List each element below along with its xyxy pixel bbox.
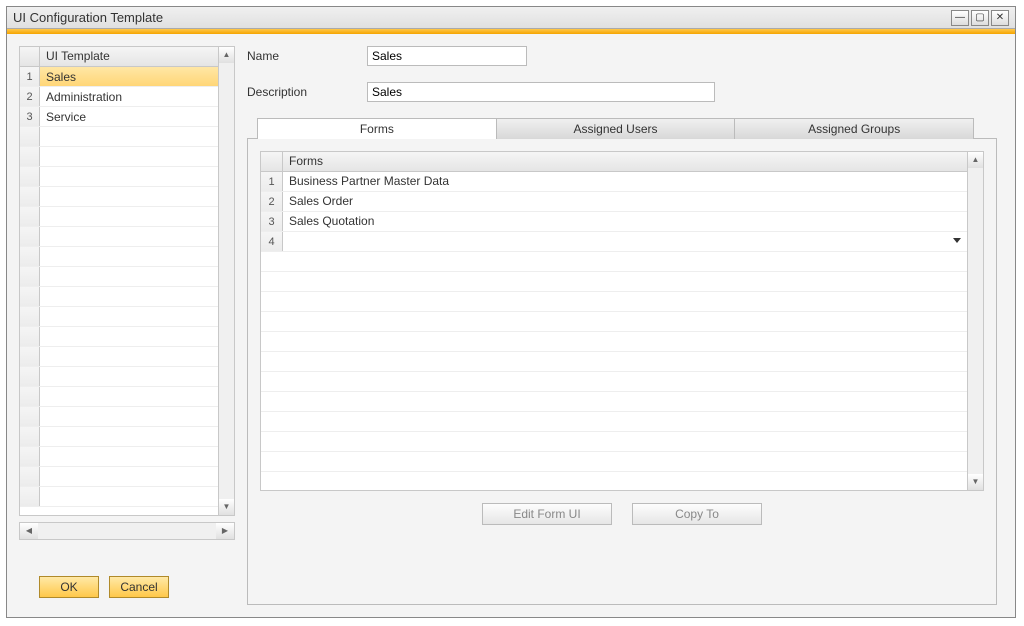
description-row: Description bbox=[247, 82, 997, 102]
table-row bbox=[261, 272, 967, 292]
list-item bbox=[20, 187, 218, 207]
forms-grid: Forms 1 Business Partner Master Data 2 S… bbox=[260, 151, 984, 491]
list-item bbox=[20, 367, 218, 387]
list-item bbox=[20, 387, 218, 407]
bottom-buttons: OK Cancel bbox=[19, 576, 235, 598]
right-panel: Name Description Forms Assigned Users As… bbox=[247, 46, 997, 605]
table-row bbox=[261, 292, 967, 312]
copy-to-button[interactable]: Copy To bbox=[632, 503, 762, 525]
list-item bbox=[20, 307, 218, 327]
list-item bbox=[20, 407, 218, 427]
scroll-left-icon[interactable]: ◀ bbox=[20, 523, 38, 539]
chevron-down-icon[interactable] bbox=[953, 238, 961, 243]
table-row-dropdown[interactable]: 4 bbox=[261, 232, 967, 252]
close-button[interactable]: ✕ bbox=[991, 10, 1009, 26]
scroll-right-icon[interactable]: ▶ bbox=[216, 523, 234, 539]
template-row-sales[interactable]: 1 Sales bbox=[20, 67, 218, 87]
scroll-up-icon[interactable]: ▲ bbox=[968, 152, 983, 168]
table-row bbox=[261, 352, 967, 372]
list-item bbox=[20, 327, 218, 347]
list-item bbox=[20, 447, 218, 467]
list-item bbox=[20, 127, 218, 147]
template-list-scrollbar[interactable]: ▲ ▼ bbox=[218, 47, 234, 515]
name-input[interactable] bbox=[367, 46, 527, 66]
window: UI Configuration Template — ▢ ✕ UI Templ… bbox=[6, 6, 1016, 618]
list-item bbox=[20, 347, 218, 367]
list-item bbox=[20, 427, 218, 447]
table-row[interactable]: 1 Business Partner Master Data bbox=[261, 172, 967, 192]
table-row bbox=[261, 392, 967, 412]
table-row bbox=[261, 472, 967, 490]
list-item bbox=[20, 167, 218, 187]
tab-pane-forms: Forms 1 Business Partner Master Data 2 S… bbox=[247, 139, 997, 605]
list-item bbox=[20, 467, 218, 487]
description-input[interactable] bbox=[367, 82, 715, 102]
tab-assigned-users[interactable]: Assigned Users bbox=[496, 118, 736, 139]
cancel-button[interactable]: Cancel bbox=[109, 576, 169, 598]
table-row bbox=[261, 372, 967, 392]
tab-forms[interactable]: Forms bbox=[257, 118, 497, 139]
template-list-header: UI Template bbox=[20, 47, 218, 67]
scroll-down-icon[interactable]: ▼ bbox=[219, 499, 234, 515]
left-panel: UI Template 1 Sales 2 Administration bbox=[19, 46, 235, 605]
scroll-up-icon[interactable]: ▲ bbox=[219, 47, 234, 63]
table-row bbox=[261, 312, 967, 332]
template-row-administration[interactable]: 2 Administration bbox=[20, 87, 218, 107]
forms-grid-header-label: Forms bbox=[283, 152, 967, 171]
window-controls: — ▢ ✕ bbox=[951, 10, 1009, 26]
table-row bbox=[261, 432, 967, 452]
ok-button[interactable]: OK bbox=[39, 576, 99, 598]
titlebar: UI Configuration Template — ▢ ✕ bbox=[7, 7, 1015, 29]
list-item bbox=[20, 207, 218, 227]
template-list-hscrollbar[interactable]: ◀ ▶ bbox=[19, 522, 235, 540]
maximize-button[interactable]: ▢ bbox=[971, 10, 989, 26]
forms-grid-scrollbar[interactable]: ▲ ▼ bbox=[967, 152, 983, 490]
name-row: Name bbox=[247, 46, 997, 66]
table-row[interactable]: 3 Sales Quotation bbox=[261, 212, 967, 232]
minimize-button[interactable]: — bbox=[951, 10, 969, 26]
edit-form-ui-button[interactable]: Edit Form UI bbox=[482, 503, 612, 525]
name-label: Name bbox=[247, 49, 367, 63]
description-label: Description bbox=[247, 85, 367, 99]
tab-assigned-groups[interactable]: Assigned Groups bbox=[734, 118, 974, 139]
list-item bbox=[20, 287, 218, 307]
body: UI Template 1 Sales 2 Administration bbox=[7, 34, 1015, 617]
table-row bbox=[261, 332, 967, 352]
template-row-service[interactable]: 3 Service bbox=[20, 107, 218, 127]
list-item bbox=[20, 227, 218, 247]
template-list: UI Template 1 Sales 2 Administration bbox=[19, 46, 235, 516]
table-row bbox=[261, 412, 967, 432]
scroll-down-icon[interactable]: ▼ bbox=[968, 474, 983, 490]
list-item bbox=[20, 147, 218, 167]
list-item bbox=[20, 267, 218, 287]
tabs: Forms Assigned Users Assigned Groups bbox=[247, 118, 997, 139]
table-row bbox=[261, 452, 967, 472]
table-row bbox=[261, 252, 967, 272]
table-row[interactable]: 2 Sales Order bbox=[261, 192, 967, 212]
list-item bbox=[20, 487, 218, 507]
window-title: UI Configuration Template bbox=[13, 10, 163, 25]
template-list-header-label: UI Template bbox=[40, 47, 218, 66]
list-item bbox=[20, 247, 218, 267]
forms-grid-header: Forms bbox=[261, 152, 967, 172]
pane-buttons: Edit Form UI Copy To bbox=[260, 503, 984, 525]
